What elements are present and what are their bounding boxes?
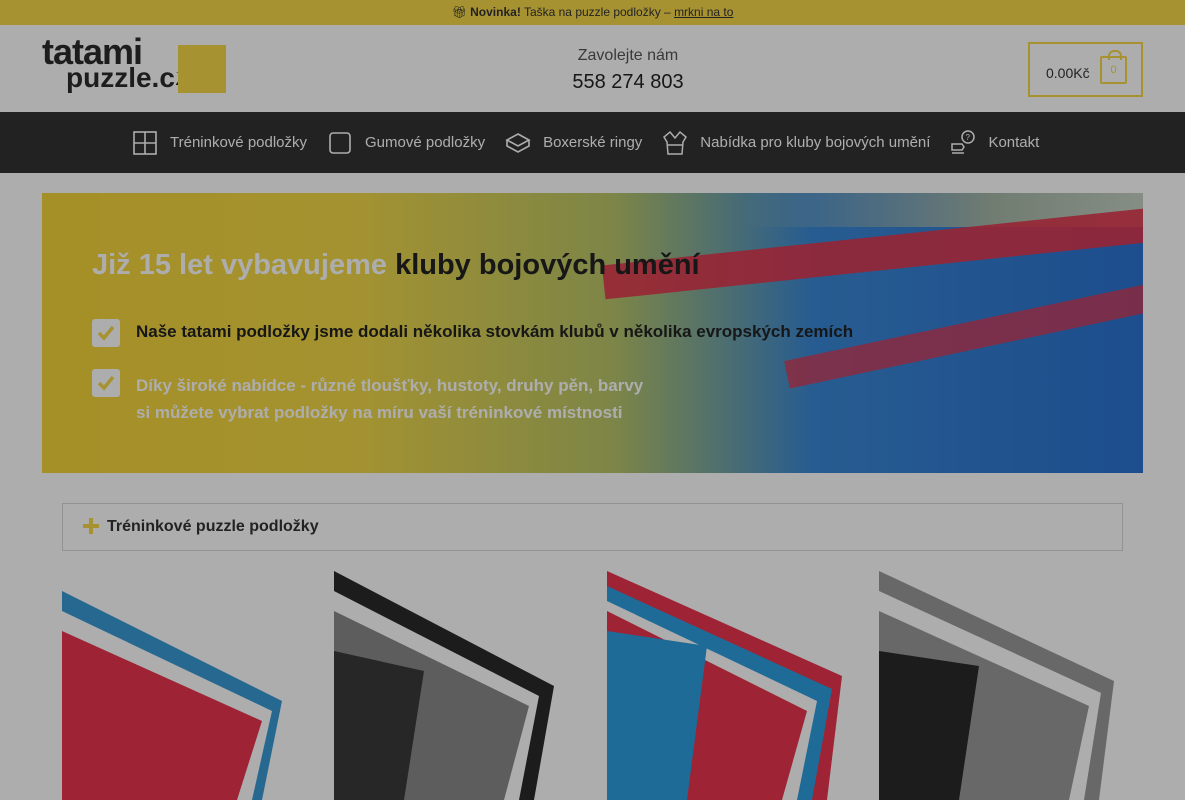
promo-bar: 🎁︎ Novinka! Taška na puzzle podložky – m…	[0, 0, 1185, 25]
product-image-black-grey-mat[interactable]	[334, 571, 578, 800]
hero-bullet-2-line1: Díky široké nabídce - různé tloušťky, hu…	[136, 376, 644, 395]
site-header: tatami puzzle.cz Zavolejte nám 558 274 8…	[0, 25, 1185, 112]
nav-label: Nabídka pro kluby bojových umění	[700, 134, 931, 151]
gift-icon: 🎁︎	[451, 5, 467, 19]
phone-number[interactable]: 558 274 803	[528, 71, 728, 94]
hero-bullet-2-line2: si můžete vybrat podložky na míru vaší t…	[136, 403, 623, 422]
cart-button[interactable]: 0.00Kč 0	[1028, 42, 1143, 97]
hero-banner: Již 15 let vybavujeme kluby bojových umě…	[42, 193, 1143, 473]
nav-label: Tréninkové podložky	[170, 134, 308, 151]
product-image-grey-black-mat[interactable]	[879, 571, 1123, 800]
cart-count: 0	[1110, 64, 1117, 76]
nav-item-contact[interactable]: ? Kontakt	[950, 129, 1040, 156]
accordion-label: Tréninkové puzzle podložky	[107, 518, 319, 535]
main-nav: Tréninkové podložky Gumové podložky Boxe…	[0, 112, 1185, 173]
nav-item-training-mats[interactable]: Tréninkové podložky	[132, 130, 307, 156]
rubber-mat-icon	[327, 130, 353, 156]
kimono-icon	[662, 130, 688, 156]
cart-total: 0.00Kč	[1046, 65, 1090, 81]
nav-label: Kontakt	[988, 134, 1040, 151]
hero-title: Již 15 let vybavujeme kluby bojových umě…	[92, 249, 700, 282]
training-mat-icon	[132, 130, 158, 156]
nav-label: Gumové podložky	[365, 134, 486, 151]
product-image-blue-red-mat[interactable]	[607, 571, 851, 800]
product-image-red-blue-mat[interactable]	[62, 571, 306, 800]
call-us: Zavolejte nám 558 274 803	[528, 47, 728, 94]
puzzle-icon	[174, 41, 230, 97]
accordion-training-puzzle-mats[interactable]: Tréninkové puzzle podložky	[62, 503, 1123, 551]
promo-new-label: Novinka!	[470, 5, 521, 19]
plus-icon	[83, 518, 99, 534]
shopping-bag-icon: 0	[1100, 50, 1127, 84]
nav-item-rubber-mats[interactable]: Gumové podložky	[327, 130, 485, 156]
nav-label: Boxerské ringy	[543, 134, 643, 151]
hero-title-part2: kluby bojových umění	[395, 249, 700, 281]
product-grid	[62, 571, 1123, 800]
nav-item-boxing-rings[interactable]: Boxerské ringy	[505, 130, 642, 156]
call-label: Zavolejte nám	[577, 47, 679, 64]
hero-title-part1: Již 15 let vybavujeme	[92, 249, 387, 281]
checkmark-icon	[92, 369, 120, 397]
promo-link[interactable]: mrkni na to	[674, 5, 733, 19]
site-logo[interactable]: tatami puzzle.cz	[42, 34, 232, 101]
nav-item-martial-arts-clubs[interactable]: Nabídka pro kluby bojových umění	[662, 130, 930, 156]
promo-text: Taška na puzzle podložky –	[523, 5, 671, 19]
boxing-ring-icon	[505, 130, 531, 156]
svg-text:?: ?	[966, 133, 971, 142]
hero-bullet-1: Naše tatami podložky jsme dodali několik…	[136, 322, 854, 341]
checkmark-icon	[92, 319, 120, 347]
hero-bullet-2: Díky široké nabídce - různé tloušťky, hu…	[136, 372, 716, 426]
contact-icon: ?	[950, 129, 976, 156]
logo-line2: puzzle.cz	[66, 62, 189, 93]
